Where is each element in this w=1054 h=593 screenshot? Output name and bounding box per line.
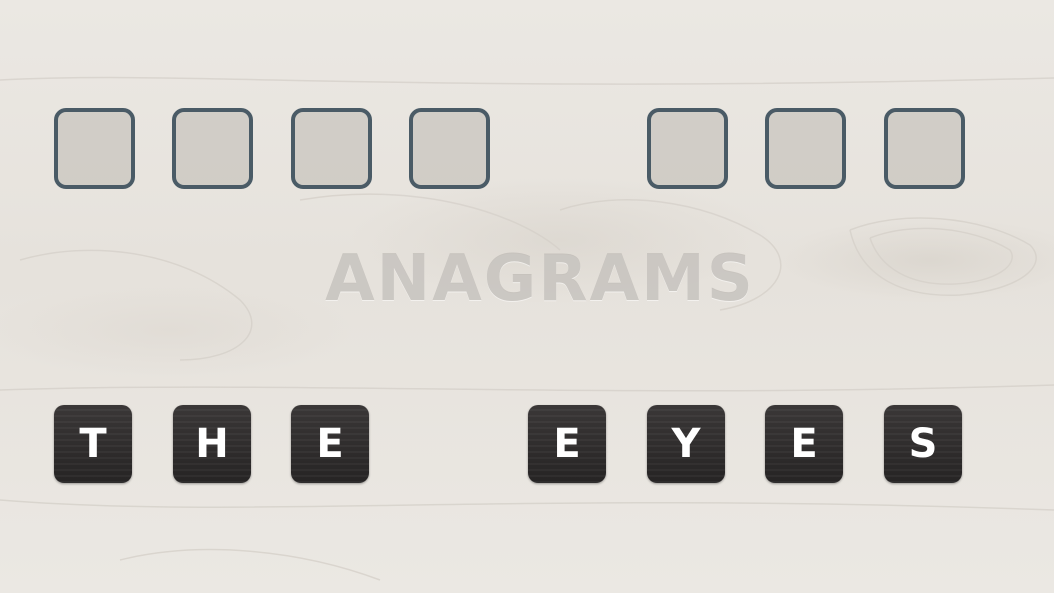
- tile-letter: S: [908, 421, 938, 467]
- tile-letter: E: [553, 421, 581, 467]
- letter-tile[interactable]: S: [884, 405, 962, 483]
- letter-tile[interactable]: H: [173, 405, 251, 483]
- answer-slot[interactable]: [409, 108, 490, 189]
- letter-tile[interactable]: Y: [647, 405, 725, 483]
- tile-letter: Y: [671, 421, 701, 467]
- tile-letter: H: [195, 421, 229, 467]
- letter-tile[interactable]: E: [528, 405, 606, 483]
- answer-slot[interactable]: [647, 108, 728, 189]
- tile-letter: T: [79, 421, 107, 467]
- letter-tile[interactable]: E: [765, 405, 843, 483]
- game-title: ANAGRAMS: [325, 242, 755, 316]
- tile-letter: E: [790, 421, 818, 467]
- tile-letter: E: [316, 421, 344, 467]
- answer-slot[interactable]: [765, 108, 846, 189]
- answer-slot[interactable]: [291, 108, 372, 189]
- game-board: ANAGRAMS T H E E Y E S: [0, 0, 1054, 593]
- answer-slot[interactable]: [172, 108, 253, 189]
- letter-tile[interactable]: T: [54, 405, 132, 483]
- letter-tile[interactable]: E: [291, 405, 369, 483]
- answer-slot[interactable]: [884, 108, 965, 189]
- answer-slot[interactable]: [54, 108, 135, 189]
